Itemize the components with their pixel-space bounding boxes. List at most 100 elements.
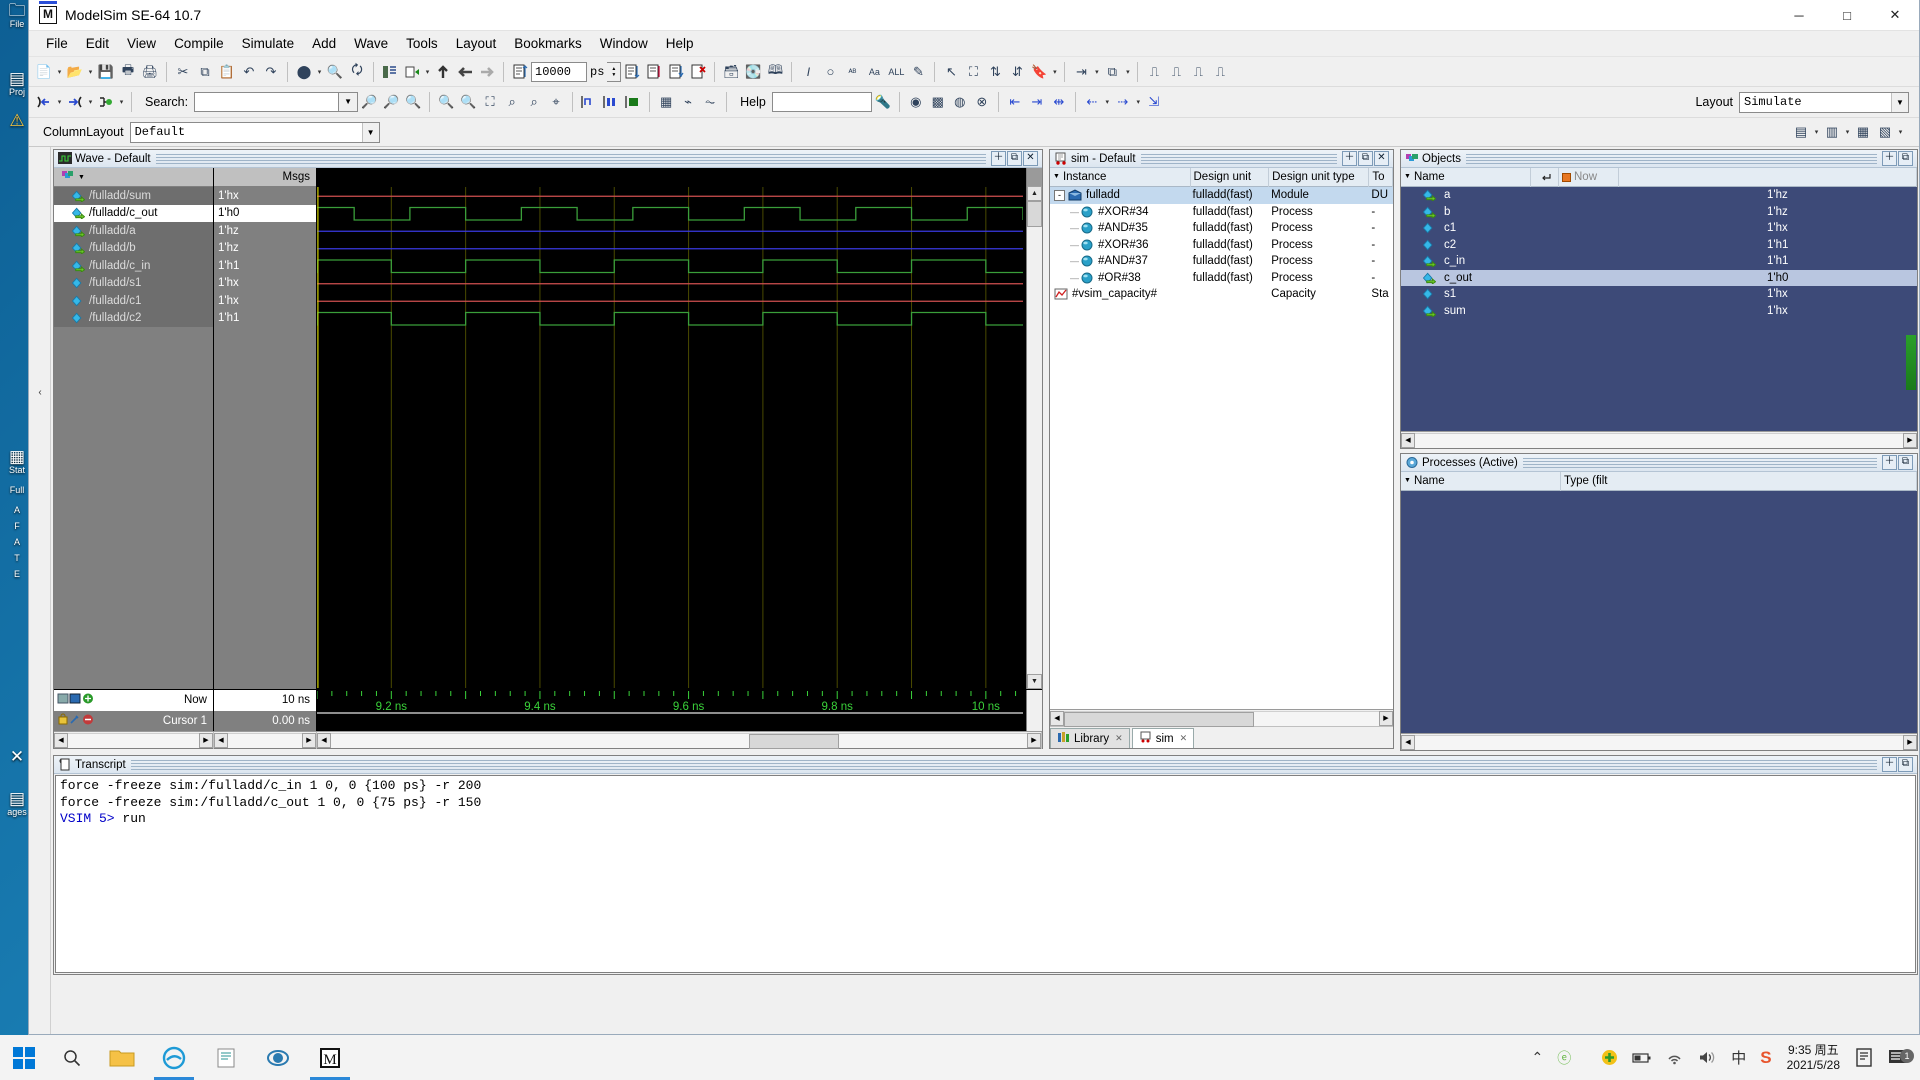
list-item[interactable]: sum 1'hx (1401, 303, 1917, 320)
run-continue-icon[interactable] (432, 61, 454, 83)
wave-format-2-icon[interactable]: ⎍ (1165, 61, 1187, 83)
columnlayout-select[interactable]: Default ▼ (129, 121, 380, 143)
menu-bookmarks[interactable]: Bookmarks (505, 33, 591, 54)
help-input[interactable] (771, 92, 872, 112)
hscroll-track[interactable] (1415, 735, 1903, 750)
hscroll-left-button[interactable]: ◀ (214, 733, 228, 748)
cursor-first-icon[interactable]: ⇤ (1004, 91, 1026, 113)
hscroll-right-button[interactable]: ▶ (302, 733, 316, 748)
wave-radix-3-icon[interactable] (622, 91, 644, 113)
wave-signal-row[interactable]: /fulladd/sum (54, 187, 213, 205)
wave-grid-icon[interactable]: ▦ (655, 91, 677, 113)
dataflow-icon[interactable]: 💽 (742, 61, 764, 83)
step-forward-icon[interactable] (476, 61, 498, 83)
wave-signal-row[interactable]: /fulladd/c1 (54, 292, 213, 310)
wave-panel-titlebar[interactable]: Wave - Default ＋ ⧉ ✕ (54, 150, 1042, 168)
hscroll-track[interactable] (228, 733, 302, 748)
wave-msgs-header[interactable]: Msgs (214, 168, 316, 187)
close-button[interactable]: ✕ (1871, 0, 1919, 31)
pointer-tool-icon[interactable]: ↖ (940, 61, 962, 83)
sim-col-instance[interactable]: ▼ Instance (1050, 167, 1191, 187)
compile-icon[interactable]: ⬤ (293, 61, 315, 83)
step-over-icon[interactable] (665, 61, 687, 83)
expand-right-icon[interactable] (64, 91, 86, 113)
transcript-panel-titlebar[interactable]: Transcript ＋ ⧉ (54, 756, 1917, 774)
coverage-4-icon[interactable]: ⊗ (971, 91, 993, 113)
processes-list[interactable] (1401, 491, 1917, 733)
zoom-last-icon[interactable]: ⌖ (545, 91, 567, 113)
file-explorer-taskbar-icon[interactable] (96, 1035, 148, 1080)
hscroll-right-button[interactable]: ▶ (1903, 433, 1917, 448)
list-item[interactable]: s1 1'hx (1401, 286, 1917, 303)
copy-icon[interactable]: ⧉ (194, 61, 216, 83)
minimize-button[interactable]: ─ (1775, 0, 1823, 31)
sim-hscroll[interactable]: ◀ ▶ (1050, 710, 1393, 727)
run-length-icon[interactable] (509, 61, 531, 83)
wave-analog-icon[interactable]: ⏦ (699, 91, 721, 113)
panel-config-4-dropdown[interactable]: ▾ (1896, 121, 1905, 143)
panel-config-1-dropdown[interactable]: ▾ (1812, 121, 1821, 143)
transcript-panel-grip[interactable] (130, 759, 1877, 770)
print-preview-icon[interactable]: 🖶 (117, 61, 139, 83)
step-into-icon[interactable] (643, 61, 665, 83)
new-file-icon[interactable]: 📄 (33, 61, 55, 83)
cursor-controls-icon[interactable] (54, 713, 99, 729)
stop-icon[interactable] (687, 61, 709, 83)
hscroll-left-button[interactable]: ◀ (1401, 433, 1415, 448)
menu-layout[interactable]: Layout (447, 33, 506, 54)
menu-edit[interactable]: Edit (77, 33, 118, 54)
list-item[interactable]: c_in 1'h1 (1401, 253, 1917, 270)
compile-dropdown[interactable]: ▾ (315, 61, 324, 83)
zoom-select-icon[interactable]: ⛶ (962, 61, 984, 83)
wave-vertical-scrollbar[interactable]: ▲ ▼ (1026, 168, 1042, 689)
group-icon[interactable]: ⧉ (1101, 61, 1123, 83)
panel-config-4-icon[interactable]: ▧ (1874, 121, 1896, 143)
run-length-spinner[interactable]: ▲ ▼ (607, 61, 622, 82)
notepad-taskbar-icon[interactable] (200, 1035, 252, 1080)
wave-signal-row[interactable]: /fulladd/c_in (54, 257, 213, 275)
trace-net-icon[interactable] (95, 91, 117, 113)
notification-icon[interactable]: 1 (1881, 1048, 1916, 1067)
filter-icon[interactable]: ▼ (1404, 168, 1411, 186)
table-row[interactable]: — #AND#37 fulladd(fast) Process - (1050, 253, 1393, 270)
bookmark-icon[interactable]: 🔖 (1028, 61, 1050, 83)
search-options-icon[interactable]: 🔍 (402, 91, 424, 113)
maximize-button[interactable]: □ (1823, 0, 1871, 31)
sim-col-design-unit[interactable]: Design unit (1191, 167, 1270, 187)
show-hidden-icons-button[interactable]: ⌃ (1525, 1049, 1551, 1066)
text-abc-icon[interactable]: ᴬᴮ (841, 61, 863, 83)
transcript-panel-undock-button[interactable]: ⧉ (1898, 757, 1913, 772)
pencil-icon[interactable]: ✎ (907, 61, 929, 83)
edge-tray-icon[interactable]: ⓔ (1550, 1048, 1578, 1068)
wave-panel-dock-button[interactable]: ＋ (991, 151, 1006, 166)
wave-format-1-icon[interactable]: ⎍ (1143, 61, 1165, 83)
filter-icon[interactable]: ▼ (1053, 168, 1060, 186)
table-row[interactable]: - fulladd fulladd(fast) Module DU (1050, 187, 1393, 204)
expand-left-icon[interactable] (33, 91, 55, 113)
run-length-input[interactable] (531, 61, 587, 82)
open-folder-icon[interactable]: 📂 (64, 61, 86, 83)
text-all-icon[interactable]: ALL (885, 61, 907, 83)
hscroll-track[interactable] (331, 733, 1027, 749)
volume-tray-icon[interactable] (1691, 1050, 1724, 1065)
menu-add[interactable]: Add (303, 33, 345, 54)
insert-dropdown[interactable]: ▾ (1092, 61, 1101, 83)
layout-select[interactable]: Simulate ▼ (1739, 91, 1909, 113)
table-row[interactable]: #vsim_capacity# Capacity Sta (1050, 286, 1393, 303)
security-tray-icon[interactable] (1594, 1049, 1625, 1066)
sim-col-design-unit-type[interactable]: Design unit type (1269, 167, 1370, 187)
transcript-output[interactable]: force -freeze sim:/fulladd/c_in 1 0, 0 {… (55, 775, 1916, 973)
cursor-next-edge-icon[interactable]: ⇢ (1112, 91, 1134, 113)
sim-panel-titlebar[interactable]: sim - Default ＋ ⧉ ✕ (1050, 150, 1393, 168)
menu-window[interactable]: Window (591, 33, 657, 54)
hscroll-left-button[interactable]: ◀ (1401, 735, 1415, 750)
break-icon[interactable] (621, 61, 643, 83)
wave-panel-undock-button[interactable]: ⧉ (1007, 151, 1022, 166)
edge-taskbar-icon[interactable] (148, 1035, 200, 1080)
zoom-in-icon[interactable]: 🔍 (435, 91, 457, 113)
objects-list[interactable]: a 1'hz b 1'hz c1 1'hx c2 1'h1 c_in 1'h1 c_out 1'h0 s… (1401, 187, 1917, 431)
taskbar-search-icon[interactable] (48, 1035, 96, 1080)
processes-col-type[interactable]: Type (filt (1561, 471, 1917, 491)
group-dropdown[interactable]: ▾ (1123, 61, 1132, 83)
wave-value-hscroll[interactable]: ◀ ▶ (214, 732, 317, 749)
